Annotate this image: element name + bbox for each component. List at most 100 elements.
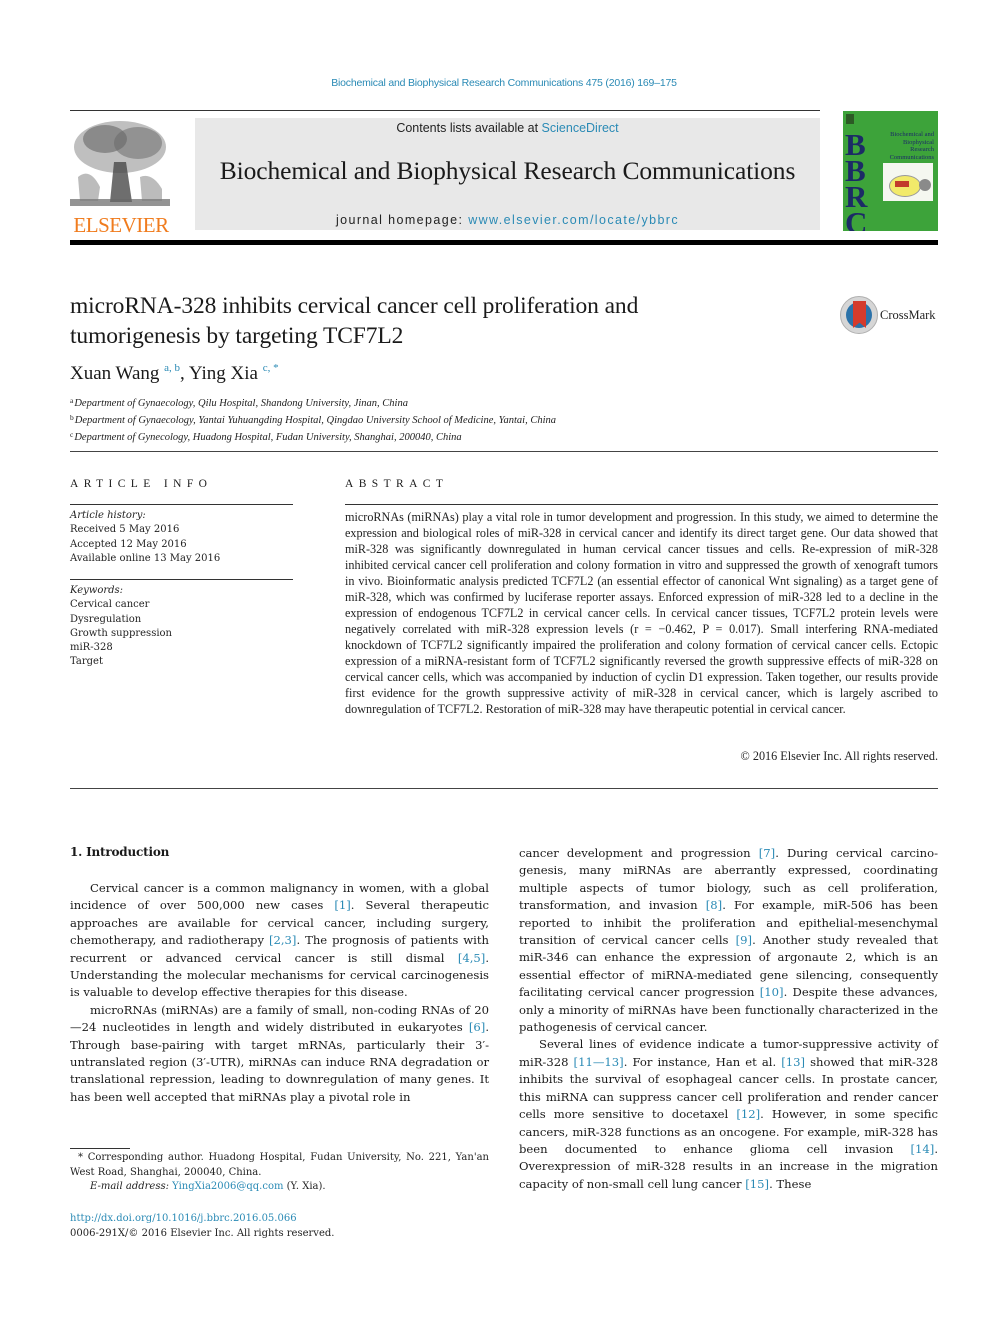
- paragraph: Cervical cancer is a common malignancy i…: [70, 880, 489, 1002]
- cover-title-line: Biophysical: [902, 138, 934, 146]
- paragraph: Several lines of evidence indicate a tum…: [519, 1036, 938, 1193]
- homepage-link[interactable]: www.elsevier.com/locate/ybbrc: [468, 213, 679, 227]
- divider: [345, 504, 938, 505]
- text-run: . These: [769, 1176, 812, 1191]
- citation-link[interactable]: [14]: [911, 1142, 935, 1156]
- cover-title-line: Biochemical and: [890, 131, 934, 138]
- issn-line: 0006-291X/© 2016 Elsevier Inc. All right…: [70, 1228, 335, 1239]
- section-title: 1. Introduction: [70, 845, 170, 859]
- contents-line: Contents lists available at ScienceDirec…: [195, 121, 820, 135]
- journal-masthead: Contents lists available at ScienceDirec…: [195, 118, 820, 230]
- citation-link[interactable]: [4,5]: [458, 951, 485, 965]
- citation-link[interactable]: [2,3]: [269, 933, 296, 947]
- history-item: Available online 13 May 2016: [70, 552, 221, 564]
- corresponding-author-note: * Corresponding author. Huadong Hospital…: [70, 1152, 489, 1178]
- cover-letter: C: [845, 205, 868, 231]
- doi-link[interactable]: http://dx.doi.org/10.1016/j.bbrc.2016.05…: [70, 1211, 334, 1226]
- text-run: . For instance, Han et al.: [623, 1054, 782, 1069]
- article-info-heading: ARTICLE INFO: [70, 478, 213, 490]
- doi-block: http://dx.doi.org/10.1016/j.bbrc.2016.05…: [70, 1211, 334, 1241]
- divider: [70, 451, 938, 452]
- keyword: Target: [70, 656, 103, 668]
- affiliation-text: Department of Gynecology, Huadong Hospit…: [74, 432, 462, 443]
- citation-link[interactable]: [10]: [760, 985, 784, 999]
- citation-link[interactable]: [1]: [334, 898, 350, 912]
- citation-link[interactable]: [6]: [469, 1020, 485, 1034]
- citation-link[interactable]: [12]: [736, 1107, 760, 1121]
- keywords-label: Keywords:: [70, 585, 124, 596]
- masthead-divider: [70, 240, 938, 245]
- cover-title: Biochemical and Biophysical Research Com…: [876, 131, 934, 161]
- divider: [70, 504, 293, 505]
- author-name[interactable]: Xuan Wang: [70, 363, 159, 384]
- affiliation-mark: a: [70, 396, 74, 405]
- citation-link[interactable]: [11—13]: [574, 1055, 624, 1069]
- crossmark-icon: [840, 296, 878, 334]
- citation-link[interactable]: [7]: [759, 846, 775, 860]
- abstract-heading: ABSTRACT: [345, 478, 449, 490]
- sciencedirect-link[interactable]: ScienceDirect: [542, 121, 619, 135]
- author-affiliation-marks[interactable]: a, b: [164, 362, 180, 374]
- affiliations: aDepartment of Gynaecology, Qilu Hospita…: [70, 394, 556, 445]
- history-item: Received 5 May 2016: [70, 524, 180, 536]
- citation-link[interactable]: [9]: [736, 933, 752, 947]
- cover-elsevier-mark-icon: [846, 114, 854, 124]
- homepage-line: journal homepage: www.elsevier.com/locat…: [195, 213, 820, 227]
- history-label: Article history:: [70, 510, 146, 521]
- abstract-copyright: © 2016 Elsevier Inc. All rights reserved…: [740, 749, 938, 763]
- crossmark-label: CrossMark: [880, 308, 936, 322]
- footnote: * Corresponding author. Huadong Hospital…: [70, 1151, 489, 1195]
- author-separator: ,: [180, 363, 189, 384]
- footnote-divider: [70, 1148, 130, 1149]
- paragraph: cancer development and progression [7]. …: [519, 845, 938, 1036]
- elsevier-logo[interactable]: ELSEVIER: [70, 117, 172, 237]
- contents-prefix: Contents lists available at: [396, 121, 542, 135]
- body-column-left: Cervical cancer is a common malignancy i…: [70, 880, 489, 1106]
- cover-title-line: Research: [910, 146, 934, 153]
- author-affiliation-marks[interactable]: c, *: [263, 362, 279, 374]
- cover-red-mark: [895, 181, 909, 187]
- paragraph: microRNAs (miRNAs) are a family of small…: [70, 1002, 489, 1106]
- keyword: Dysregulation: [70, 613, 142, 625]
- citation-link[interactable]: [8]: [706, 898, 722, 912]
- crossmark-button[interactable]: CrossMark: [840, 296, 940, 336]
- text-run: cancer development and progression: [519, 846, 759, 860]
- affiliation-mark: b: [70, 413, 74, 422]
- abstract-text: microRNAs (miRNAs) play a vital role in …: [345, 510, 938, 716]
- email-link[interactable]: YingXia2006@qq.com: [172, 1181, 283, 1192]
- journal-cover[interactable]: B B R C Biochemical and Biophysical Rese…: [843, 111, 938, 231]
- affiliation-text: Department of Gynaecology, Yantai Yuhuan…: [74, 415, 556, 426]
- article-history: Article history: Received 5 May 2016 Acc…: [70, 509, 293, 566]
- divider: [70, 579, 293, 580]
- affiliation: aDepartment of Gynaecology, Qilu Hospita…: [70, 394, 556, 411]
- body-column-right: cancer development and progression [7] . …: [519, 845, 938, 1193]
- author-name[interactable]: Ying Xia: [189, 363, 258, 384]
- keyword: Cervical cancer: [70, 599, 150, 611]
- affiliation-mark: c: [70, 430, 74, 439]
- citation-link[interactable]: [15]: [745, 1177, 769, 1191]
- divider: [70, 110, 820, 111]
- elsevier-tree-icon: [70, 117, 170, 212]
- citation-link[interactable]: [13]: [781, 1055, 805, 1069]
- keyword: miR-328: [70, 642, 113, 654]
- affiliation-text: Department of Gynaecology, Qilu Hospital…: [74, 398, 408, 409]
- homepage-prefix: journal homepage:: [335, 213, 469, 227]
- email-line: E-mail address: YingXia2006@qq.com (Y. X…: [70, 1180, 489, 1195]
- email-suffix: (Y. Xia).: [283, 1181, 326, 1192]
- author-list: Xuan Wang a, b, Ying Xia c, *: [70, 362, 279, 385]
- cover-circle: [919, 179, 931, 191]
- history-item: Accepted 12 May 2016: [70, 538, 187, 550]
- article-title: microRNA-328 inhibits cervical cancer ce…: [70, 293, 639, 349]
- cover-figure: [883, 163, 933, 201]
- elsevier-wordmark: ELSEVIER: [73, 213, 169, 237]
- journal-title: Biochemical and Biophysical Research Com…: [219, 156, 796, 185]
- keyword: Growth suppression: [70, 627, 172, 639]
- divider: [70, 788, 938, 789]
- running-head[interactable]: Biochemical and Biophysical Research Com…: [0, 77, 992, 89]
- affiliation: bDepartment of Gynaecology, Yantai Yuhua…: [70, 411, 556, 428]
- keywords: Keywords: Cervical cancer Dysregulation …: [70, 584, 293, 670]
- cover-title-line: Communications: [889, 153, 934, 161]
- affiliation: cDepartment of Gynecology, Huadong Hospi…: [70, 428, 556, 445]
- text-run: microRNAs (miRNAs) are a family of small…: [70, 1002, 489, 1035]
- email-label: E-mail address:: [90, 1181, 173, 1192]
